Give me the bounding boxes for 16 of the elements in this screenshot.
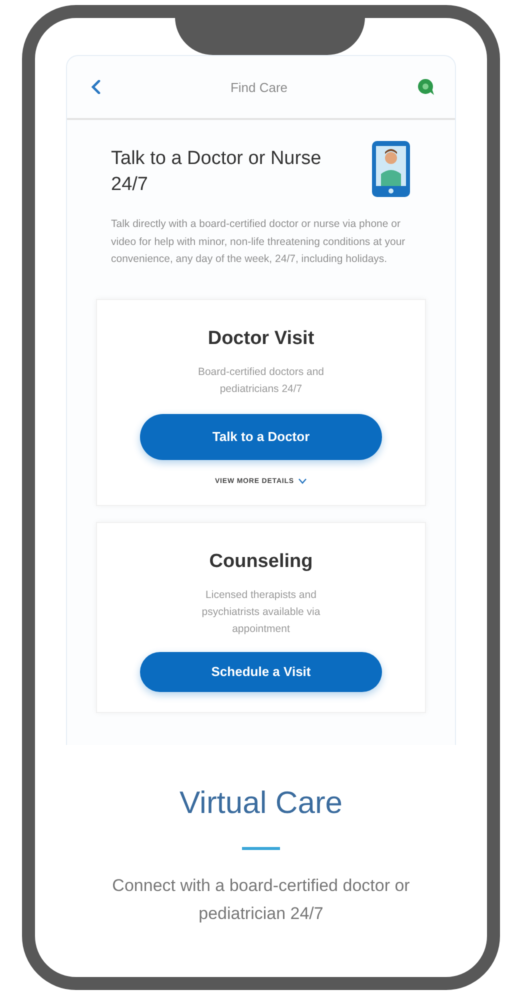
service-action-button[interactable]: Talk to a Doctor: [140, 414, 382, 460]
chat-bubble-icon[interactable]: [416, 78, 435, 96]
feature-tagline: Connect with a board-certified doctor or pediatrician 24/7: [111, 875, 411, 925]
service-title: Doctor Visit: [208, 328, 314, 350]
accent-line: [242, 847, 280, 850]
service-action-button[interactable]: Schedule a Visit: [140, 652, 382, 692]
service-description: Licensed therapists and psychiatrists available via appointment: [200, 588, 322, 636]
phone-doctor-icon: [371, 140, 411, 198]
section-heading: Talk to a Doctor or Nurse 24/7: [111, 147, 322, 197]
intro-paragraph: Talk directly with a board-certified doctor or nurse via phone or video for help with minor, non-life threatening conditions at your convenience, any day of the week, 24/7, including holidays.: [111, 217, 406, 267]
chevron-down-icon: [298, 478, 307, 484]
service-title: Counseling: [209, 550, 313, 572]
feature-title: Virtual Care: [179, 785, 343, 821]
screen-title: Find Care: [230, 80, 288, 94]
back-chevron-icon[interactable]: [91, 80, 101, 94]
service-description: Board-certified doctors and pediatricians 24/7: [196, 364, 326, 396]
